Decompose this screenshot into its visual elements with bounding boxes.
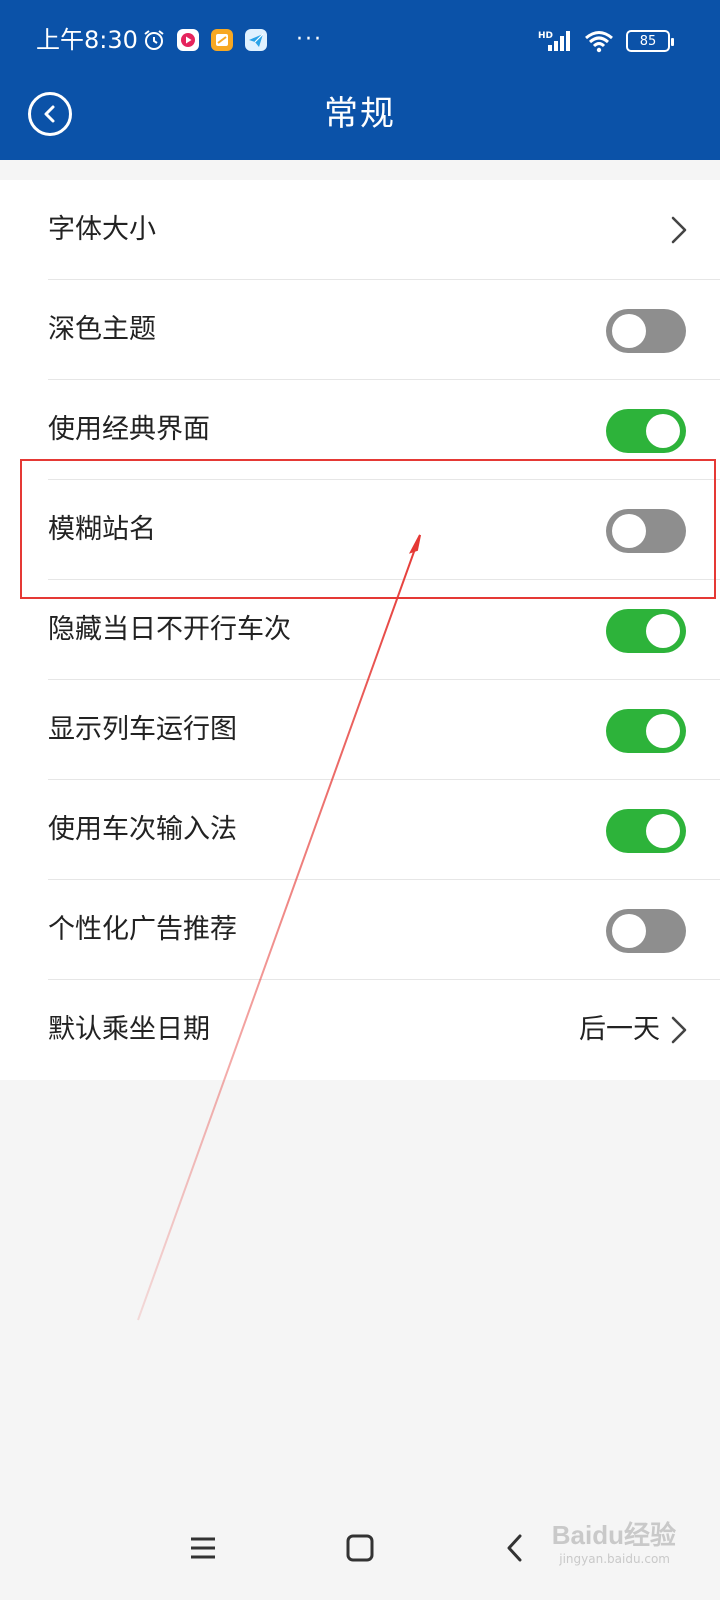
train-input-toggle[interactable] bbox=[606, 809, 686, 853]
personalized-ads-toggle[interactable] bbox=[606, 909, 686, 953]
back-nav-icon[interactable] bbox=[496, 1528, 536, 1568]
setting-label: 默认乘坐日期 bbox=[48, 1014, 210, 1045]
hide-non-running-toggle[interactable] bbox=[606, 609, 686, 653]
toggle-knob bbox=[612, 914, 646, 948]
setting-train-input: 使用车次输入法 bbox=[48, 780, 720, 880]
setting-label: 深色主题 bbox=[48, 314, 156, 345]
menu-icon[interactable] bbox=[183, 1528, 223, 1568]
setting-label: 显示列车运行图 bbox=[48, 714, 237, 745]
notes-app-icon bbox=[211, 29, 233, 51]
video-app-icon bbox=[177, 29, 199, 51]
more-notifications: ··· bbox=[296, 27, 323, 52]
toggle-knob bbox=[646, 614, 680, 648]
fuzzy-station-toggle[interactable] bbox=[606, 509, 686, 553]
setting-label: 使用经典界面 bbox=[48, 414, 210, 445]
setting-label: 使用车次输入法 bbox=[48, 814, 237, 845]
toggle-knob bbox=[646, 414, 680, 448]
toggle-knob bbox=[612, 314, 646, 348]
setting-dark-theme: 深色主题 bbox=[48, 280, 720, 380]
status-time: 上午8:30 bbox=[36, 26, 138, 54]
header: 上午8:30 ··· HD 85 常规 bbox=[0, 0, 720, 160]
setting-label: 字体大小 bbox=[48, 214, 156, 245]
battery-indicator: 85 bbox=[626, 30, 674, 52]
home-icon[interactable] bbox=[340, 1528, 380, 1568]
setting-font-size[interactable]: 字体大小 bbox=[48, 180, 720, 280]
train-diagram-toggle[interactable] bbox=[606, 709, 686, 753]
toggle-knob bbox=[646, 714, 680, 748]
status-icons-right: HD 85 bbox=[538, 26, 674, 56]
setting-label: 个性化广告推荐 bbox=[48, 914, 237, 945]
svg-text:HD: HD bbox=[538, 31, 553, 41]
setting-fuzzy-station: 模糊站名 bbox=[48, 480, 720, 580]
wifi-icon bbox=[585, 31, 613, 53]
setting-hide-non-running: 隐藏当日不开行车次 bbox=[48, 580, 720, 680]
chevron-right-icon bbox=[671, 1016, 687, 1044]
alarm-icon bbox=[144, 30, 164, 50]
toggle-knob bbox=[646, 814, 680, 848]
status-icons-left: ··· bbox=[142, 26, 323, 54]
dark-theme-toggle[interactable] bbox=[606, 309, 686, 353]
setting-classic-ui: 使用经典界面 bbox=[48, 380, 720, 480]
signal-icon: HD bbox=[538, 31, 570, 51]
setting-train-diagram: 显示列车运行图 bbox=[48, 680, 720, 780]
setting-personalized-ads: 个性化广告推荐 bbox=[48, 880, 720, 980]
classic-ui-toggle[interactable] bbox=[606, 409, 686, 453]
screen: 上午8:30 ··· HD 85 常规 字体大小 深色主题 使用经典界面 模糊站… bbox=[0, 0, 720, 1600]
watermark-sub: jingyan.baidu.com bbox=[559, 1552, 670, 1566]
setting-label: 模糊站名 bbox=[48, 514, 156, 545]
toggle-knob bbox=[612, 514, 646, 548]
settings-list: 字体大小 深色主题 使用经典界面 模糊站名 隐藏当日不开行车次 显示列车运行图 bbox=[0, 180, 720, 1080]
chevron-right-icon bbox=[671, 216, 687, 244]
telegram-app-icon bbox=[245, 29, 267, 51]
watermark: Baidu经验 bbox=[551, 1520, 676, 1550]
page-title: 常规 bbox=[324, 94, 396, 134]
setting-label: 隐藏当日不开行车次 bbox=[48, 614, 291, 645]
default-date-value: 后一天 bbox=[579, 1014, 660, 1045]
setting-default-date[interactable]: 默认乘坐日期 后一天 bbox=[48, 980, 720, 1080]
